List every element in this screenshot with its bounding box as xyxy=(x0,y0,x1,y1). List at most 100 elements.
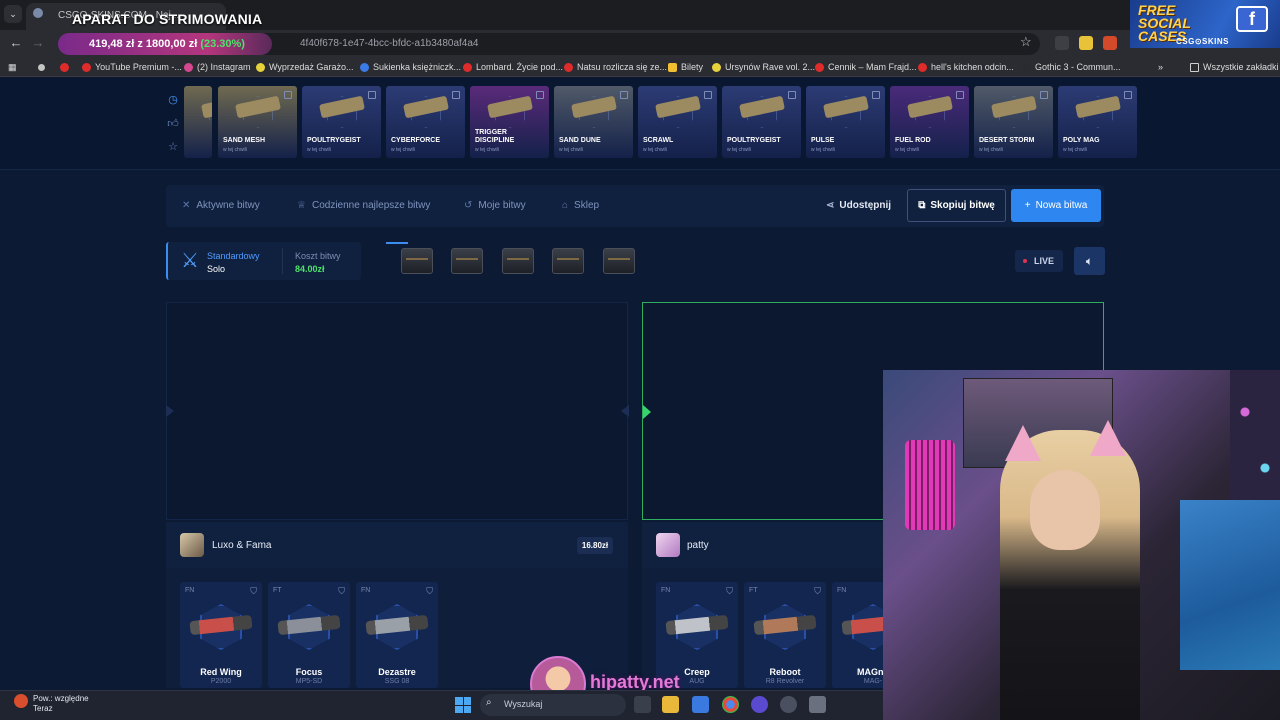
thumbs-up-icon[interactable]: 👍︎ xyxy=(166,117,180,131)
all-bookmarks-folder[interactable]: Wszystkie zakładki xyxy=(1190,60,1279,74)
avatar[interactable] xyxy=(180,533,204,557)
extension-icon[interactable] xyxy=(1055,36,1069,50)
shield-icon[interactable]: ⛉ xyxy=(726,586,733,597)
share-button[interactable]: ⋖ Udostępnij xyxy=(826,200,891,211)
bookmark-label: Lombard. Życie pod... xyxy=(476,62,564,72)
item-condition: FN xyxy=(837,587,847,594)
nav-active-battles[interactable]: ✕ Aktywne bitwy xyxy=(182,200,260,211)
live-drop-item[interactable]: POULTRYGEIST w tej chwili xyxy=(302,86,381,158)
weather-icon[interactable] xyxy=(14,694,28,708)
shield-icon[interactable]: ⛉ xyxy=(426,586,433,597)
case-icon[interactable] xyxy=(502,248,534,274)
bookmark-icon[interactable] xyxy=(452,91,460,99)
bookmark-item[interactable]: Natsu rozlicza się ze... xyxy=(564,60,667,74)
extension-icon[interactable] xyxy=(1103,36,1117,50)
tab-search-button[interactable]: ⌄ xyxy=(4,5,22,23)
bookmark-icon[interactable] xyxy=(1040,91,1048,99)
drop-time: w tej chwili xyxy=(979,147,1003,153)
won-item-card[interactable]: FT ⛉ Focus MP5-SD xyxy=(268,582,350,688)
bookmark-item[interactable]: Wyprzedaż Garażo... xyxy=(256,60,353,74)
star-icon[interactable]: ☆ xyxy=(166,140,180,154)
bookmark-item[interactable]: Lombard. Życie pod... xyxy=(463,60,563,74)
settings-icon[interactable] xyxy=(809,696,826,713)
store-icon[interactable] xyxy=(692,696,709,713)
app-icon[interactable] xyxy=(780,696,797,713)
case-icon[interactable] xyxy=(451,248,483,274)
windows-start-icon[interactable] xyxy=(455,697,471,713)
live-drop-item[interactable]: TRIGGER DISCIPLINE w tej chwili xyxy=(470,86,549,158)
bookmark-icon[interactable] xyxy=(536,91,544,99)
bookmark-star-icon[interactable]: ☆ xyxy=(1020,34,1032,50)
live-drop-item[interactable]: CYBERFORCE w tej chwili xyxy=(386,86,465,158)
forward-icon[interactable]: → xyxy=(28,34,48,52)
won-item-card[interactable]: FT ⛉ Reboot R8 Revolver xyxy=(744,582,826,688)
facebook-icon: f xyxy=(1236,6,1268,32)
file-explorer-icon[interactable] xyxy=(662,696,679,713)
item-name: Dezastre xyxy=(378,667,416,677)
bookmark-item[interactable]: YouTube Premium -... xyxy=(82,60,182,74)
youtube-icon[interactable] xyxy=(60,60,69,74)
live-drop-item[interactable] xyxy=(184,86,212,158)
bookmark-item[interactable]: Ursynów Rave vol. 2... xyxy=(712,60,815,74)
clock-icon[interactable]: ◷ xyxy=(166,93,180,107)
won-item-card[interactable]: FN ⛉ Red Wing P2000 xyxy=(180,582,262,688)
task-view-icon[interactable] xyxy=(634,696,651,713)
back-icon[interactable]: ← xyxy=(6,34,26,52)
player1-name[interactable]: Luxo & Fama xyxy=(212,540,271,551)
sound-toggle-button[interactable]: 🔈︎ xyxy=(1074,247,1105,275)
bookmark-icon[interactable] xyxy=(284,91,292,99)
bookmark-icon[interactable] xyxy=(620,91,628,99)
bookmark-item[interactable]: (2) Instagram xyxy=(184,60,251,74)
drop-skin-name: FUEL ROD xyxy=(895,137,931,144)
case-icon[interactable] xyxy=(552,248,584,274)
bookmark-icon[interactable] xyxy=(38,60,45,74)
shield-icon[interactable]: ⛉ xyxy=(250,586,257,597)
bookmark-item[interactable]: Gothic 3 - Commun... xyxy=(1022,60,1121,74)
weather-widget[interactable]: Pow.: względne Teraz xyxy=(33,694,89,714)
live-drop-item[interactable]: PULSE w tej chwili xyxy=(806,86,885,158)
live-drop-item[interactable]: DESERT STORM w tej chwili xyxy=(974,86,1053,158)
bookmarks-more-icon[interactable]: » xyxy=(1158,60,1163,74)
new-battle-button[interactable]: + Nowa bitwa xyxy=(1011,189,1101,222)
search-icon: ⌕ xyxy=(486,697,492,708)
bookmarks-more-label: » xyxy=(1158,62,1164,72)
live-drop-item[interactable]: SCRAWL w tej chwili xyxy=(638,86,717,158)
bookmark-label: Gothic 3 - Commun... xyxy=(1035,62,1121,72)
live-drop-item[interactable]: POULTRYGEIST w tej chwili xyxy=(722,86,801,158)
avatar[interactable] xyxy=(656,533,680,557)
chrome-icon[interactable] xyxy=(722,696,739,713)
item-name: Focus xyxy=(295,667,323,677)
nav-my-battles[interactable]: ↺ Moje bitwy xyxy=(464,200,526,211)
nav-shop[interactable]: ⌂ Sklep xyxy=(562,200,599,211)
case-icon[interactable] xyxy=(603,248,635,274)
won-item-card[interactable]: FN ⛉ Dezastre SSG 08 xyxy=(356,582,438,688)
drop-skin-name: PULSE xyxy=(811,137,835,144)
bookmark-icon[interactable] xyxy=(1124,91,1132,99)
taskbar-search[interactable]: Wyszukaj xyxy=(480,694,626,716)
live-drop-item[interactable]: SAND MESH w tej chwili xyxy=(218,86,297,158)
bookmark-icon[interactable] xyxy=(368,91,376,99)
app-icon[interactable] xyxy=(751,696,768,713)
shield-icon[interactable]: ⛉ xyxy=(814,586,821,597)
bookmark-icon[interactable] xyxy=(704,91,712,99)
bookmark-item[interactable]: hell's kitchen odcin... xyxy=(918,60,1014,74)
extension-icon[interactable] xyxy=(1079,36,1093,50)
shield-icon[interactable]: ⛉ xyxy=(338,586,345,597)
bookmark-item[interactable]: Cennik – Mam Frajd... xyxy=(815,60,917,74)
bookmark-label: Bilety xyxy=(681,62,704,72)
bookmark-icon[interactable] xyxy=(872,91,880,99)
bookmark-icon[interactable] xyxy=(956,91,964,99)
bookmark-icon[interactable] xyxy=(788,91,796,99)
live-drop-item[interactable]: POLY MAG w tej chwili xyxy=(1058,86,1137,158)
player2-name[interactable]: patty xyxy=(687,540,709,551)
drop-skin-name: SAND DUNE xyxy=(559,137,601,144)
drop-time: w tej chwili xyxy=(811,147,835,153)
live-drop-item[interactable]: FUEL ROD w tej chwili xyxy=(890,86,969,158)
apps-grid-icon[interactable]: ▦ xyxy=(8,60,17,74)
case-icon[interactable] xyxy=(401,248,433,274)
copy-battle-button[interactable]: ⧉ Skopiuj bitwę xyxy=(907,189,1006,222)
bookmark-item[interactable]: Sukienka księżniczk... xyxy=(360,60,461,74)
bookmark-item[interactable]: Bilety xyxy=(668,60,703,74)
nav-daily-best[interactable]: ♕ Codzienne najlepsze bitwy xyxy=(297,200,430,211)
live-drop-item[interactable]: SAND DUNE w tej chwili xyxy=(554,86,633,158)
